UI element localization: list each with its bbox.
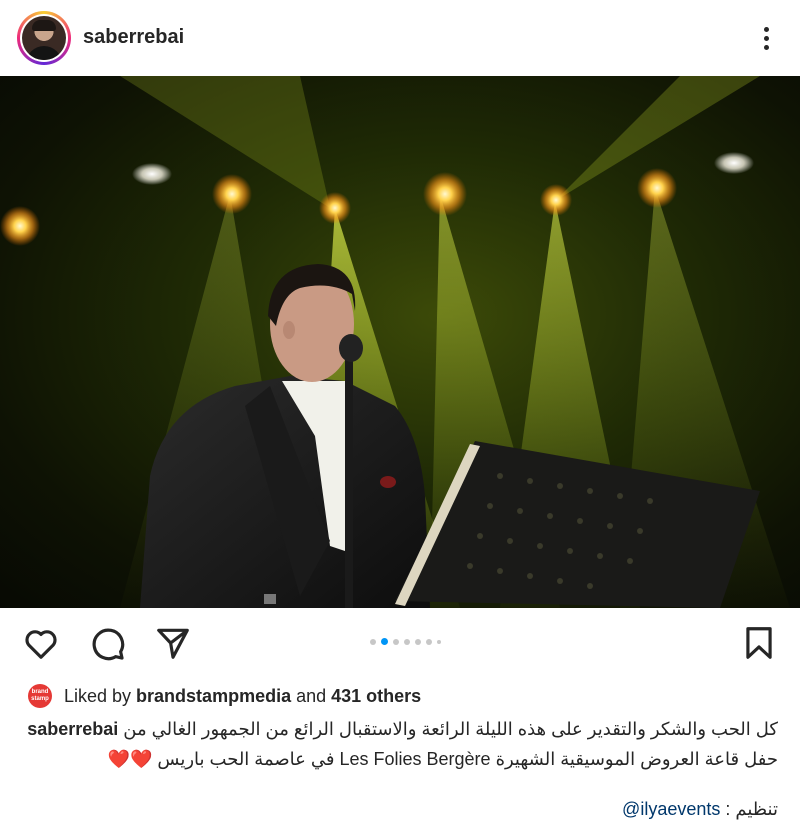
carousel-dot: [426, 638, 432, 645]
liked-by-prefix: Liked by: [64, 685, 137, 706]
mic-stand: [345, 358, 353, 608]
stage-light: [132, 163, 172, 185]
caption-organizer: تنظيم : @ilyaevents: [22, 796, 778, 822]
caption-text-line1: كل الحب والشكر والتقدير على هذه الليلة ا…: [123, 719, 778, 739]
avatar: [22, 16, 66, 60]
post-username[interactable]: saberrebai: [83, 26, 184, 49]
organizer-mention-link[interactable]: @ilyaevents: [622, 799, 720, 819]
liked-by-and: and: [291, 685, 332, 706]
more-vertical-icon: [763, 44, 769, 50]
carousel-dot: [370, 638, 376, 645]
liker-username[interactable]: brandstampmedia: [136, 686, 291, 706]
caption-text-line2: حفل قاعة العروض الموسيقية الشهيرة Les Fo…: [157, 749, 778, 769]
pocket-square: [380, 476, 396, 488]
carousel-dot: [437, 639, 441, 644]
post-photo[interactable]: [0, 76, 800, 608]
avatar-hair: [32, 20, 56, 31]
bookmark-icon[interactable]: [740, 624, 778, 662]
comment-icon[interactable]: [88, 624, 126, 662]
stage-light: [714, 152, 754, 174]
avatar-body: [26, 46, 62, 60]
watch: [264, 594, 276, 604]
stage-light: [212, 174, 252, 214]
post-caption: كل الحب والشكر والتقدير على هذه الليلة ا…: [22, 714, 778, 774]
caption-hearts: ❤️❤️: [107, 749, 153, 769]
stage-light: [423, 172, 467, 216]
microphone: [339, 334, 363, 362]
stage-light: [540, 184, 572, 216]
organizer-label: تنظيم :: [720, 799, 778, 819]
more-vertical-icon: [763, 35, 769, 41]
liked-by-text: Liked by brandstampmedia and 431 others: [64, 686, 421, 707]
profile-avatar-ring[interactable]: [17, 11, 71, 65]
more-options-button[interactable]: [752, 22, 780, 54]
liker-avatar: brand stamp: [28, 684, 52, 708]
post-header: saberrebai: [0, 0, 800, 76]
carousel-dot: [404, 638, 410, 645]
stage-light: [319, 192, 351, 224]
carousel-dot: [415, 638, 421, 645]
singer-ear: [283, 321, 295, 339]
concert-photo: [0, 76, 790, 608]
likes-others-count[interactable]: 431 others: [331, 686, 421, 706]
avatar-border: [20, 14, 68, 62]
liked-by-row[interactable]: brand stamp Liked by brandstampmedia and…: [28, 684, 421, 708]
caption-username[interactable]: saberrebai: [27, 719, 118, 739]
stage-light: [0, 206, 40, 246]
carousel-dot: [381, 638, 388, 645]
heart-icon[interactable]: [22, 624, 60, 662]
stage-light: [637, 168, 677, 208]
liker-avatar-label: brand stamp: [31, 689, 49, 702]
send-icon[interactable]: [154, 624, 192, 662]
more-vertical-icon: [763, 26, 769, 32]
carousel-dot: [393, 638, 399, 645]
carousel-indicator: [370, 638, 441, 645]
